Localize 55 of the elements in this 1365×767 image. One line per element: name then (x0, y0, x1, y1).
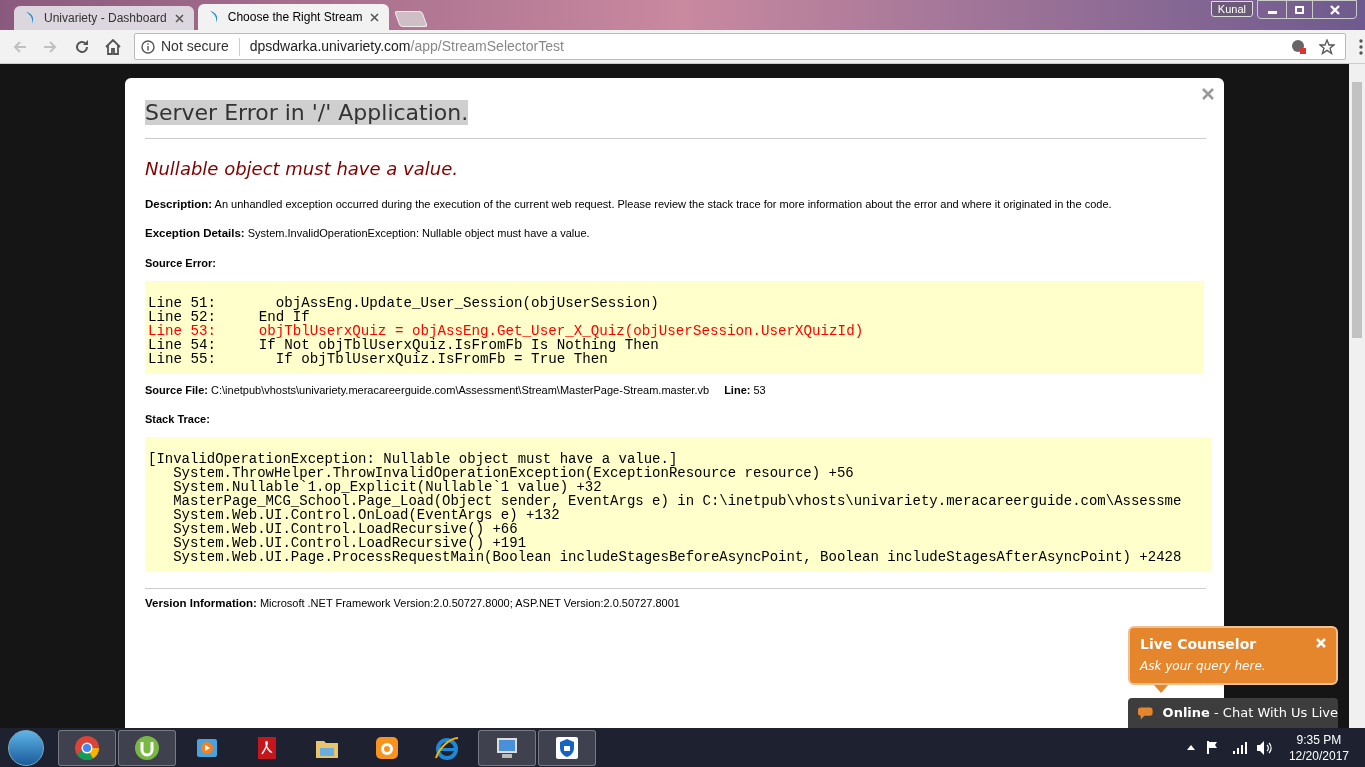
new-tab-button[interactable] (394, 11, 429, 27)
speaker-icon[interactable] (1256, 740, 1273, 755)
close-icon[interactable] (370, 12, 380, 22)
close-icon[interactable] (1202, 88, 1214, 100)
scrollbar-thumb[interactable] (1352, 82, 1362, 338)
error-title: Server Error in '/' Application. (145, 100, 469, 125)
menu-icon[interactable] (1359, 38, 1363, 55)
info-icon (141, 39, 155, 54)
code-line: System.Web.UI.Control.LoadRecursive() +66 (172, 522, 519, 536)
torrent-icon (133, 733, 161, 762)
browser-tab[interactable]: Choose the Right Stream (197, 4, 390, 30)
code-line: Line 51: objAssEng.Update_User_Session(objUserSession) (148, 296, 660, 310)
section-label: Stack Trace: (145, 411, 211, 427)
browser-tab[interactable]: Univariety - Dashboard (14, 6, 194, 30)
code-line: System.Nullable`1.op_Explicit(Nullable`1 value) +32 (172, 480, 602, 494)
code-line: Line 53: objTblUserxQuiz = objAssEng.Get_User_X_Quiz(objUserSession.UserXQuizId) (148, 324, 865, 338)
taskbar-button[interactable] (538, 729, 596, 766)
chat-subtitle: Ask your query here. (1140, 658, 1267, 675)
show-hidden-icons-icon[interactable] (1186, 745, 1195, 750)
chat-title: Live Counselor (1140, 635, 1257, 654)
code-line: Line 55: If objTblUserxQuiz.IsFromFb = True Then (148, 352, 608, 366)
bubble-tail (1154, 685, 1168, 693)
source-file-text: Source File: C:\inetpub\vhosts\univariety.meracareerguide.com\Assessment\Stream\MasterPage-Stream.master.vb Line: 53 (145, 383, 767, 398)
code-line: Line 54: If Not objTblUserxQuiz.IsFromFb Is Nothing Then (148, 338, 659, 352)
address-bar[interactable]: Not secure dpsdwarka.univariety.com/app/StreamSelectorTest (134, 33, 1346, 60)
version-text: Version Information: Microsoft .NET Framework Version:2.0.50727.8000; ASP.NET Version:2.0.50727.8001 (145, 596, 681, 611)
chrome-icon (73, 733, 101, 762)
section-label: Source Error: (145, 255, 217, 271)
cookie-blocked-icon[interactable] (1291, 38, 1307, 55)
reload-icon[interactable] (74, 38, 90, 55)
start-button[interactable] (8, 729, 44, 766)
error-message: Nullable object must have a value. (145, 157, 459, 181)
taskbar-button[interactable] (478, 729, 536, 766)
taskbar-button[interactable] (118, 729, 176, 766)
code-line: System.Web.UI.Page.ProcessRequestMain(Boolean includeStagesBeforeAsyncPoint, Boolean includeStagesAfterAsyncPoint) +2428 (172, 550, 1183, 564)
code-line: System.ThrowHelper.ThrowInvalidOperationException(ExceptionResource resource) +56 (173, 466, 855, 480)
taskbar-button[interactable] (58, 729, 116, 766)
signal-icon[interactable] (1232, 741, 1247, 754)
home-icon[interactable] (104, 38, 122, 55)
description-text: Description: An unhandled exception occurred during the execution of the current web request. Please review the stack trace for more information about the error and where it originated in the code. (145, 197, 1113, 212)
code-line: Line 52: End If (148, 310, 310, 324)
url-text[interactable]: dpsdwarka.univariety.com/app/StreamSelectorTest (249, 36, 564, 57)
close-icon[interactable] (174, 13, 184, 23)
code-line: [InvalidOperationException: Nullable object must have a value.] (148, 452, 678, 466)
star-icon[interactable] (1319, 38, 1335, 55)
code-line: MasterPage_MCG_School.Page_Load(Object sender, EventArgs e) in C:\inetpub\vhosts\univariety.meracareerguide.com\Assessme (172, 494, 1183, 508)
profile-button[interactable]: Kunal (1210, 1, 1253, 17)
chat-status-bar[interactable]: Online - Chat With Us Live (1128, 698, 1338, 728)
speech-bubble-icon (1138, 705, 1153, 721)
code-line: System.Web.UI.Control.OnLoad(EventArgs e) +132 (172, 508, 561, 522)
chat-status-text: Online - Chat With Us Live (1162, 704, 1338, 723)
code-line: System.Web.UI.Control.LoadRecursive() +191 (172, 536, 527, 550)
clock[interactable]: 9:35 PM 12/20/2017 (1288, 731, 1349, 764)
exception-details-text: Exception Details: System.InvalidOperationException: Nullable object must have a value. (145, 226, 591, 242)
security-label[interactable]: Not secure (161, 36, 229, 57)
